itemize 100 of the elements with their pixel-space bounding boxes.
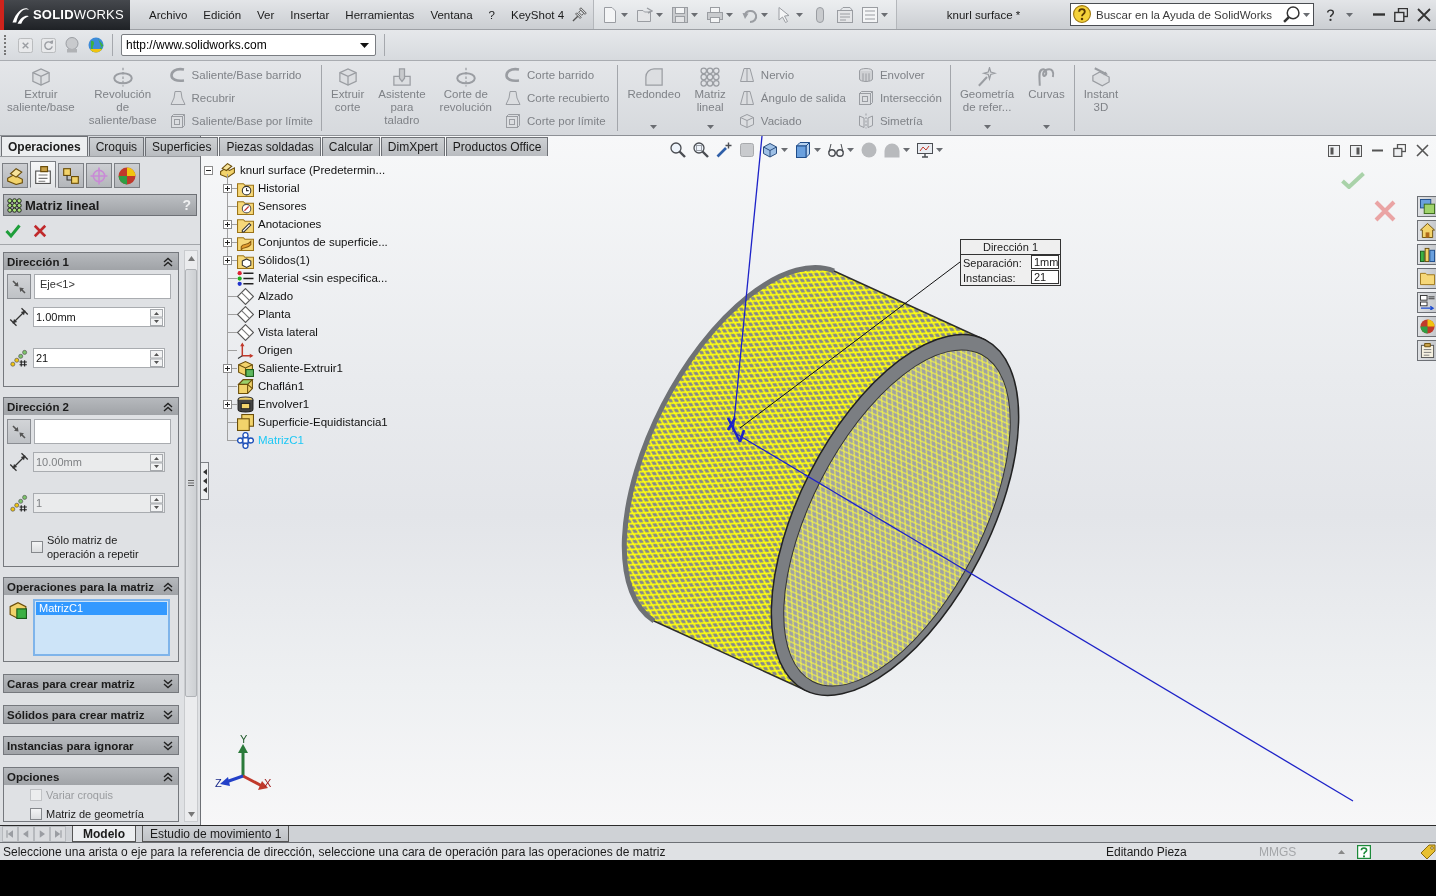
- document-box-icon[interactable]: [837, 6, 854, 23]
- minimize-icon[interactable]: [1372, 149, 1383, 152]
- folder-open-icon[interactable]: [637, 6, 654, 23]
- tree-item-label[interactable]: Historial: [258, 182, 300, 194]
- spinner-arrows-icon[interactable]: [150, 349, 163, 367]
- magnifier-icon[interactable]: [670, 142, 686, 158]
- cross-icon[interactable]: [33, 224, 47, 238]
- spinner-arrows-icon[interactable]: [150, 308, 163, 326]
- task-pane-tab[interactable]: [1417, 244, 1436, 265]
- command-tab[interactable]: Productos Office: [445, 137, 549, 156]
- tree-item-label[interactable]: Alzado: [258, 290, 294, 302]
- spin-field[interactable]: 21: [33, 348, 165, 368]
- group-header[interactable]: Dirección 1: [4, 253, 178, 270]
- tree-item-label[interactable]: knurl surface (Predetermin...: [240, 164, 386, 176]
- panel-tab[interactable]: [30, 161, 56, 188]
- direction-field[interactable]: [34, 419, 171, 444]
- dropdown-arrow-icon[interactable]: [360, 42, 369, 48]
- tree-item-label[interactable]: Origen: [258, 344, 293, 356]
- callout-value-field[interactable]: 21: [1031, 270, 1059, 284]
- spin-field[interactable]: 1.00mm: [33, 307, 165, 327]
- menu-item[interactable]: Herramientas: [337, 8, 423, 21]
- cube-icon[interactable]: [762, 142, 778, 158]
- panel-right-icon[interactable]: [1350, 144, 1362, 157]
- tree-item-label[interactable]: Chaflán1: [258, 380, 305, 392]
- refresh-icon[interactable]: [41, 37, 56, 53]
- minimize-icon[interactable]: [1373, 13, 1385, 16]
- caret-icon[interactable]: [656, 12, 664, 17]
- caret-icon[interactable]: [1303, 12, 1310, 17]
- group-header[interactable]: Sólidos para crear matriz: [4, 706, 178, 723]
- double-chevron-up-icon[interactable]: [163, 256, 173, 267]
- tree-item-label[interactable]: Planta: [258, 308, 291, 320]
- scroll-thumb[interactable]: [185, 269, 197, 697]
- reverse-direction-button[interactable]: [7, 274, 31, 299]
- expand-icon[interactable]: [223, 183, 232, 193]
- group-header[interactable]: Opciones: [4, 768, 178, 785]
- expand-icon[interactable]: [223, 219, 232, 229]
- callout-value-field[interactable]: 1mm: [1031, 255, 1059, 269]
- expand-icon[interactable]: [223, 255, 232, 265]
- group-header[interactable]: Instancias para ignorar: [4, 737, 178, 754]
- tree-item-label[interactable]: Sólidos(1): [258, 254, 310, 266]
- command-tab[interactable]: Calcular: [321, 137, 380, 156]
- reverse-direction-button[interactable]: [7, 419, 31, 444]
- floppy-icon[interactable]: [672, 6, 689, 23]
- caret-icon[interactable]: [761, 12, 769, 17]
- url-combobox[interactable]: http://www.solidworks.com: [121, 34, 376, 56]
- panel-left-icon[interactable]: [1328, 144, 1340, 157]
- task-pane-tab[interactable]: [1417, 292, 1436, 313]
- page-icon[interactable]: [602, 6, 619, 23]
- list-window-icon[interactable]: [862, 6, 879, 23]
- printer-icon[interactable]: [707, 6, 724, 23]
- model-tab[interactable]: Modelo: [72, 826, 136, 842]
- tree-item-label[interactable]: Vista lateral: [258, 326, 318, 338]
- tag-icon[interactable]: [1420, 843, 1436, 860]
- tree-item-label[interactable]: Envolver1: [258, 398, 310, 410]
- restore-icon[interactable]: [1393, 144, 1406, 157]
- caret-icon[interactable]: [814, 148, 821, 152]
- caret-up-icon[interactable]: [1338, 849, 1345, 854]
- magnifier-icon[interactable]: [693, 142, 709, 158]
- group-header[interactable]: Caras para crear matriz: [4, 675, 178, 692]
- double-chevron-up-icon[interactable]: [163, 771, 173, 782]
- checkbox[interactable]: [31, 541, 43, 553]
- tree-item-label[interactable]: Sensores: [258, 200, 307, 212]
- scrollbar[interactable]: [184, 250, 198, 822]
- caret-icon[interactable]: [881, 12, 889, 17]
- menu-item[interactable]: Archivo: [141, 8, 196, 21]
- question-mark-icon[interactable]: [1324, 6, 1337, 23]
- double-chevron-down-icon[interactable]: [163, 740, 173, 751]
- double-chevron-up-icon[interactable]: [163, 581, 173, 592]
- menu-item[interactable]: ?: [480, 8, 503, 21]
- checkmark-icon[interactable]: [5, 223, 21, 239]
- double-chevron-up-icon[interactable]: [163, 401, 173, 412]
- caret-icon[interactable]: [903, 148, 910, 152]
- restore-icon[interactable]: [1394, 7, 1408, 22]
- tree-item-label[interactable]: Superficie-Equidistancia1: [258, 416, 388, 428]
- expand-icon[interactable]: [223, 237, 232, 247]
- caret-icon[interactable]: [1346, 12, 1353, 17]
- command-tab[interactable]: Croquis: [88, 137, 145, 156]
- menu-item[interactable]: Ver: [249, 8, 283, 21]
- menu-item[interactable]: Ventana: [422, 8, 481, 21]
- wand-icon[interactable]: [716, 142, 732, 158]
- command-tab[interactable]: Superficies: [145, 137, 219, 156]
- caret-icon[interactable]: [691, 12, 699, 17]
- tree-item-label[interactable]: Conjuntos de superficie...: [258, 236, 388, 248]
- monitor-icon[interactable]: [917, 142, 933, 158]
- expand-icon[interactable]: [223, 363, 232, 373]
- caret-icon[interactable]: [936, 148, 943, 152]
- globe-icon[interactable]: [88, 37, 104, 53]
- direction-field[interactable]: Eje<1>: [34, 274, 171, 299]
- checkmark-icon[interactable]: [1341, 172, 1365, 189]
- menu-item[interactable]: Edición: [195, 8, 250, 21]
- caret-icon[interactable]: [796, 12, 804, 17]
- stop-icon[interactable]: [18, 37, 33, 53]
- panel-tab[interactable]: [58, 163, 84, 188]
- command-tab[interactable]: Operaciones: [1, 136, 88, 156]
- panel-tab[interactable]: [2, 163, 28, 188]
- task-pane-tab[interactable]: [1417, 196, 1436, 217]
- collapse-icon[interactable]: [204, 165, 213, 175]
- box-icon[interactable]: [795, 142, 811, 158]
- collapse-handle[interactable]: [201, 462, 209, 500]
- double-chevron-down-icon[interactable]: [163, 678, 173, 689]
